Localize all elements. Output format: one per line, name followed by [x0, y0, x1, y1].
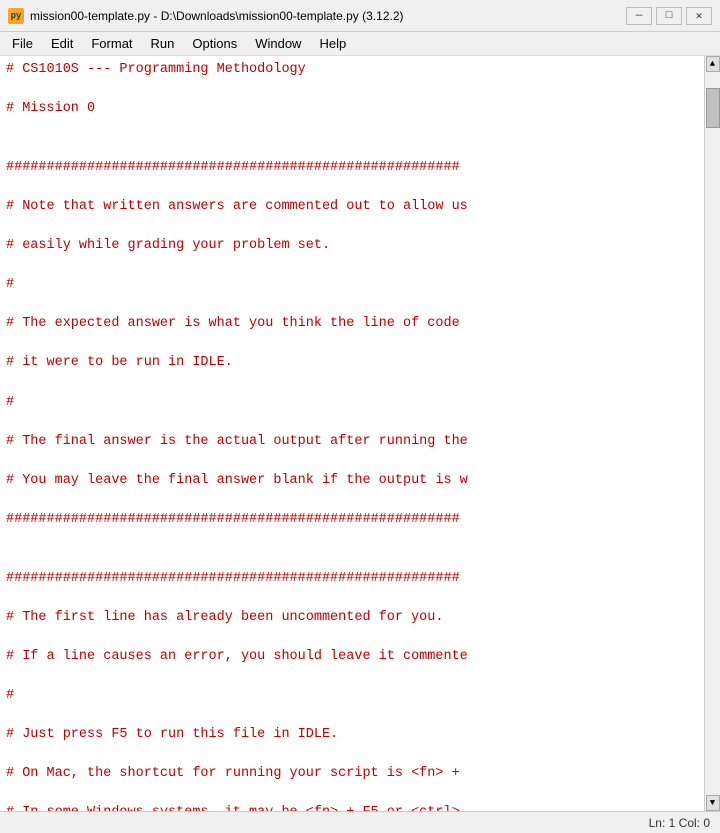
code-line: # easily while grading your problem set. [6, 236, 698, 256]
vertical-scrollbar[interactable]: ▲ ▼ [704, 56, 720, 811]
menu-edit[interactable]: Edit [43, 34, 81, 53]
code-line: # The first line has already been uncomm… [6, 608, 698, 628]
close-button[interactable]: ✕ [686, 7, 712, 25]
title-bar: py mission00-template.py - D:\Downloads\… [0, 0, 720, 32]
scroll-up-arrow[interactable]: ▲ [706, 56, 720, 72]
code-line: ########################################… [6, 569, 698, 589]
code-line: # If a line causes an error, you should … [6, 647, 698, 667]
code-line: # You may leave the final answer blank i… [6, 471, 698, 491]
scroll-down-arrow[interactable]: ▼ [706, 795, 720, 811]
code-line: # The final answer is the actual output … [6, 432, 698, 452]
code-line: # Mission 0 [6, 99, 698, 119]
code-line: ########################################… [6, 510, 698, 530]
code-line: # CS1010S --- Programming Methodology [6, 60, 698, 80]
code-line: # Just press F5 to run this file in IDLE… [6, 725, 698, 745]
title-bar-left: py mission00-template.py - D:\Downloads\… [8, 8, 404, 24]
window-title: mission00-template.py - D:\Downloads\mis… [30, 9, 404, 23]
code-line: # [6, 275, 698, 295]
code-line: # In some Windows systems, it may be <fn… [6, 803, 698, 811]
code-line: # Note that written answers are commente… [6, 197, 698, 217]
window-controls: — □ ✕ [626, 7, 712, 25]
menu-options[interactable]: Options [184, 34, 245, 53]
menu-file[interactable]: File [4, 34, 41, 53]
menu-help[interactable]: Help [311, 34, 354, 53]
editor-content[interactable]: # CS1010S --- Programming Methodology # … [0, 56, 704, 811]
status-bar: Ln: 1 Col: 0 [0, 811, 720, 833]
minimize-button[interactable]: — [626, 7, 652, 25]
code-line: # On Mac, the shortcut for running your … [6, 764, 698, 784]
scroll-thumb[interactable] [706, 88, 720, 128]
code-line: # [6, 686, 698, 706]
maximize-button[interactable]: □ [656, 7, 682, 25]
code-line: ########################################… [6, 158, 698, 178]
code-line: # The expected answer is what you think … [6, 314, 698, 334]
app-icon: py [8, 8, 24, 24]
code-line: # [6, 393, 698, 413]
menu-bar: File Edit Format Run Options Window Help [0, 32, 720, 56]
menu-window[interactable]: Window [247, 34, 309, 53]
code-line: # it were to be run in IDLE. [6, 353, 698, 373]
menu-run[interactable]: Run [143, 34, 183, 53]
menu-format[interactable]: Format [83, 34, 140, 53]
editor-container: # CS1010S --- Programming Methodology # … [0, 56, 720, 811]
cursor-position: Ln: 1 Col: 0 [649, 816, 710, 830]
